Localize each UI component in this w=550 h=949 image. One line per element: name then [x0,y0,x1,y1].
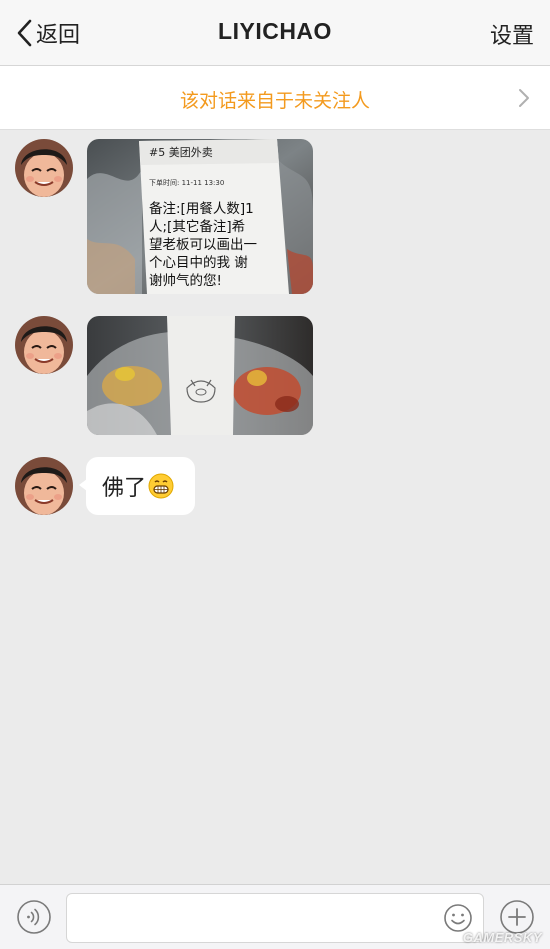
receipt-line-4: 个心目中的我 谢 [149,255,248,271]
food-bag-photo [87,316,313,435]
avatar[interactable] [15,457,73,515]
page-title: LIYICHAO [218,18,332,44]
grin-emoji-icon [148,473,174,499]
receipt-photo: #5 美团外卖 下单时间: 11-11 13:30 备注:[用餐人数]1 人;[… [87,139,313,294]
chevron-right-icon [519,89,529,107]
avatar-image [15,139,73,197]
avatar[interactable] [15,316,73,374]
receipt-time: 下单时间: 11-11 13:30 [149,178,224,187]
chat-screen: 返回 LIYICHAO 设置 该对话来自于未关注人 #5 美团外卖 下单时间: … [0,0,550,949]
receipt-line-5: 谢帅气的您! [149,272,222,289]
text-message-bubble[interactable]: 佛了 [79,457,195,515]
emoji-picker-icon[interactable] [443,903,473,933]
receipt-header: #5 美团外卖 [149,146,213,159]
receipt-line-2: 人;[其它备注]希 [149,218,245,235]
avatar-image [15,457,73,515]
image-message-food-bag[interactable] [87,316,313,435]
receipt-line-1: 备注:[用餐人数]1 [149,200,254,217]
avatar[interactable] [15,139,73,197]
voice-icon[interactable] [16,899,52,935]
image-message-receipt[interactable]: #5 美团外卖 下单时间: 11-11 13:30 备注:[用餐人数]1 人;[… [87,139,313,294]
watermark: GAMERSKY [462,930,542,945]
unfollowed-notice-bar[interactable]: 该对话来自于未关注人 [0,66,550,130]
avatar-image [15,316,73,374]
settings-button[interactable]: 设置 [490,18,534,50]
notice-text: 该对话来自于未关注人 [179,90,370,112]
nav-bar: 返回 LIYICHAO 设置 [0,0,550,66]
message-input[interactable] [66,893,484,943]
receipt-line-3: 望老板可以画出一 [149,237,257,253]
message-text: 佛了 [102,476,147,501]
